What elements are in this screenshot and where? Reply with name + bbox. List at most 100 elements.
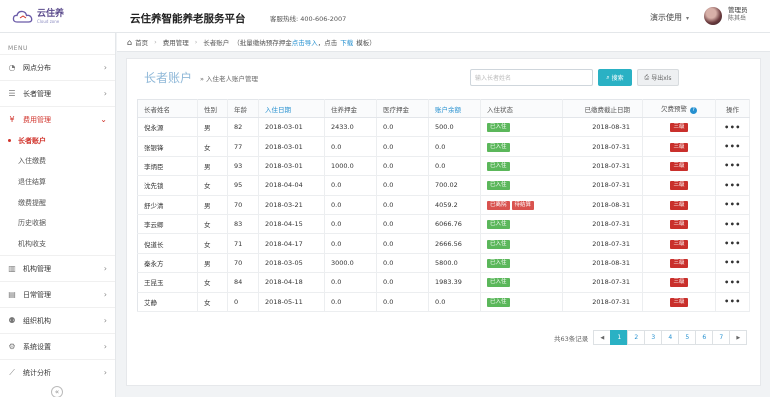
page-button-6[interactable]: 6 [695,330,714,345]
sidebar-item-label: 组织机构 [23,316,51,325]
page-title: 长者账户 [144,71,193,85]
cell-warning: 三级 [642,214,716,235]
sidebar-collapse-icon[interactable]: « [51,386,63,397]
col-header-warning-label: 欠费预警 [661,105,687,113]
user-info[interactable]: 管理员 陈其岳 [728,6,748,22]
export-button[interactable]: ⎙ 导出xls [637,69,679,86]
more-actions-icon[interactable]: ••• [724,297,741,306]
cell-balance: 2666.56 [428,233,481,254]
cell-warning: 三级 [642,175,716,196]
cell-deposit: 0.0 [324,292,377,312]
page-button-7[interactable]: 7 [712,330,731,345]
chevron-down-icon: ⌄ [100,115,107,124]
sidebar-item-stats[interactable]: ⟋ 统计分析 › [0,359,115,385]
more-actions-icon[interactable]: ••• [724,123,741,132]
more-actions-icon[interactable]: ••• [724,200,741,209]
cell-admission-date: 2018-03-01 [258,156,325,177]
download-link[interactable]: 下载 [340,37,353,47]
page-button-5[interactable]: 5 [678,330,697,345]
cell-admission-date: 2018-03-21 [258,195,325,215]
more-actions-icon[interactable]: ••• [724,181,741,190]
search-button-label: 搜索 [611,75,624,82]
more-actions-icon[interactable]: ••• [724,142,741,151]
sidebar-item-institution[interactable]: ▥ 机构管理 › [0,255,115,281]
col-header-balance[interactable]: 账户余额 [428,99,481,118]
warning-badge: 三级 [670,220,688,230]
home-icon[interactable]: ⌂ [127,38,132,47]
sidebar-subitem-elder-account[interactable]: 长者账户 [0,131,115,150]
more-actions-icon[interactable]: ••• [724,220,741,229]
cell-gender: 男 [197,156,228,177]
sidebar-item-org[interactable]: ⚉ 组织机构 › [0,307,115,333]
cell-warning: 三级 [642,136,716,157]
search-input[interactable]: 输入长者姓名 [470,69,593,86]
breadcrumb-home[interactable]: 首页 [135,37,148,47]
cell-admission-date: 2018-03-01 [258,117,325,138]
demo-dropdown[interactable]: 演示使用 ▾ [650,12,689,23]
avatar[interactable] [704,7,722,25]
more-actions-icon[interactable]: ••• [724,161,741,170]
more-actions-icon[interactable]: ••• [724,278,741,287]
help-icon[interactable]: ? [690,107,697,114]
cell-admission-date: 2018-05-11 [258,292,325,312]
cell-status: 已入住 [480,272,563,293]
total-records: 共63条记录 [554,334,589,343]
cell-paid-until: 2018-08-31 [562,253,643,274]
sidebar-subitem-admission-fee[interactable]: 入住缴费 [0,151,115,170]
sidebar-subitem-receipts[interactable]: 历史收据 [0,213,115,232]
sidebar-item-settings[interactable]: ⚙ 系统设置 › [0,333,115,359]
sidebar-subitem-income[interactable]: 机构收支 [0,234,115,253]
pagination: 共63条记录 ◀ 1 2 3 4 5 6 7 ▶ [554,330,748,345]
search-button[interactable]: ⌕ 搜索 [598,69,632,86]
sidebar-item-fees[interactable]: ¥ 费用管理 ⌄ [0,106,115,132]
cell-gender: 男 [197,195,228,215]
sidebar-subitem-fee-reminder[interactable]: 缴费提醒 [0,193,115,212]
status-badge: 已入住 [487,297,510,307]
cell-status: 已入住 [480,253,563,274]
cell-action: ••• [715,233,750,254]
cell-action: ••• [715,214,750,235]
cell-status: 已入住 [480,292,563,312]
sidebar-subitem-checkout[interactable]: 退住结算 [0,172,115,191]
page-button-3[interactable]: 3 [644,330,663,345]
next-page-button[interactable]: ▶ [729,330,748,345]
cell-deposit: 0.0 [324,195,377,215]
import-link[interactable]: 点击导入 [292,37,318,47]
app-logo[interactable]: 云住养 Cloud zone [12,6,72,28]
table-row: 艾静女 0 2018-05-11 0.0 0.0 0.0 已入住 2018-07-31 三级 ••… [137,292,750,312]
cell-status: 已入住 [480,117,563,138]
sidebar-item-daily[interactable]: ▤ 日常管理 › [0,281,115,307]
sidebar-item-map[interactable]: ◔ 网点分布 › [0,54,115,80]
cell-age: 95 [227,175,259,196]
search-icon: ⌕ [606,73,610,81]
prev-page-button[interactable]: ◀ [593,330,612,345]
col-header-admission-date[interactable]: 入住日期 [258,99,325,118]
cell-balance: 0.0 [428,136,481,157]
col-header-name: 长者姓名 [137,99,198,118]
cell-warning: 三级 [642,233,716,254]
sidebar-item-label: 网点分布 [23,63,51,72]
more-actions-icon[interactable]: ••• [724,258,741,267]
sidebar-item-label: 长者管理 [23,89,51,98]
cell-medical: 0.0 [376,117,429,138]
cell-age: 71 [227,233,259,254]
service-hotline: 客服热线: 400-606-2007 [270,15,347,23]
page-button-2[interactable]: 2 [627,330,646,345]
cell-action: ••• [715,292,750,312]
status-badge: 待结算 [511,200,535,210]
table-row: 倪永源男 82 2018-03-01 2433.0 0.0 500.0 已入住 2018-08… [137,117,750,138]
page-button-4[interactable]: 4 [661,330,680,345]
cell-age: 77 [227,136,259,157]
cell-age: 82 [227,117,259,138]
status-badge: 已入住 [487,161,510,171]
sidebar-item-elders[interactable]: ☰ 长者管理 › [0,80,115,106]
cell-name: 李云卿 [137,214,198,235]
warning-badge: 三级 [670,200,688,210]
page-button-1[interactable]: 1 [610,330,629,345]
breadcrumb-section[interactable]: 费用管理 [163,37,189,47]
cell-name: 倪永源 [137,117,198,138]
cell-name: 张银锋 [137,136,198,157]
status-badge: 已入住 [487,278,510,288]
more-actions-icon[interactable]: ••• [724,239,741,248]
table-row: 王昆玉女 84 2018-04-18 0.0 0.0 1983.39 已入住 2018-07-… [137,272,750,293]
